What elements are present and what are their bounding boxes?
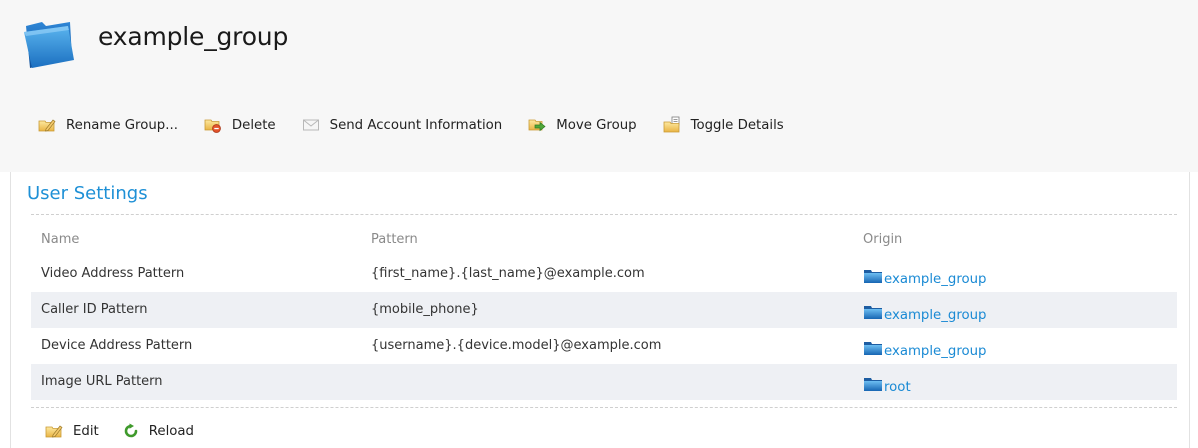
- setting-origin: example_group: [863, 301, 987, 323]
- move-group-label: Move Group: [556, 117, 637, 133]
- table-row: Caller ID Pattern {mobile_phone} example…: [31, 292, 1177, 328]
- setting-pattern: {username}.{device.model}@example.com: [371, 338, 662, 353]
- folder-icon: [864, 378, 882, 391]
- page-title: example_group: [98, 22, 289, 51]
- group-toolbar: Rename Group... Delete Send Account Info…: [38, 115, 810, 135]
- setting-origin: example_group: [863, 265, 987, 287]
- origin-link[interactable]: example_group: [884, 308, 987, 323]
- column-header-name: Name: [41, 232, 80, 247]
- settings-actions: Edit Reload: [45, 423, 218, 439]
- group-header: example_group Rename Group... Delete Sen…: [0, 0, 1198, 172]
- edit-button[interactable]: Edit: [45, 423, 99, 439]
- setting-name: Caller ID Pattern: [41, 302, 148, 317]
- folder-icon: [864, 270, 882, 283]
- toggle-details-label: Toggle Details: [690, 117, 784, 133]
- table-row: Video Address Pattern {first_name}.{last…: [31, 256, 1177, 292]
- origin-link[interactable]: root: [884, 380, 911, 395]
- delete-button[interactable]: Delete: [204, 117, 276, 133]
- table-row: Image URL Pattern root: [31, 364, 1177, 400]
- reload-button[interactable]: Reload: [123, 423, 194, 439]
- edit-label: Edit: [73, 423, 99, 439]
- origin-link[interactable]: example_group: [884, 272, 987, 287]
- folder-icon: [864, 306, 882, 319]
- send-account-information-label: Send Account Information: [329, 117, 503, 133]
- setting-name: Image URL Pattern: [41, 374, 163, 389]
- setting-origin: example_group: [863, 337, 987, 359]
- user-settings-panel: User Settings Name Pattern Origin Video …: [10, 172, 1190, 448]
- setting-name: Video Address Pattern: [41, 266, 185, 281]
- folder-edit-icon: [38, 119, 56, 132]
- rename-group-button[interactable]: Rename Group...: [38, 117, 178, 133]
- move-group-button[interactable]: Move Group: [528, 117, 637, 133]
- delete-label: Delete: [231, 117, 276, 133]
- reload-icon: [124, 423, 138, 438]
- setting-pattern: {first_name}.{last_name}@example.com: [371, 266, 645, 281]
- folder-details-icon: [663, 116, 680, 133]
- divider: [31, 407, 1177, 408]
- folder-edit-icon: [45, 425, 63, 438]
- setting-origin: root: [863, 373, 911, 395]
- setting-name: Device Address Pattern: [41, 338, 193, 353]
- panel-title: User Settings: [27, 183, 148, 204]
- origin-link[interactable]: example_group: [884, 344, 987, 359]
- rename-group-label: Rename Group...: [66, 117, 178, 133]
- folder-icon: [24, 22, 74, 68]
- reload-label: Reload: [148, 423, 194, 439]
- column-header-origin: Origin: [863, 232, 903, 247]
- toggle-details-button[interactable]: Toggle Details: [663, 116, 784, 134]
- folder-move-icon: [528, 119, 546, 132]
- envelope-icon: [302, 119, 319, 131]
- setting-pattern: {mobile_phone}: [371, 302, 479, 317]
- folder-icon: [864, 342, 882, 355]
- send-account-information-button[interactable]: Send Account Information: [302, 117, 503, 133]
- divider: [31, 214, 1177, 215]
- folder-delete-icon: [204, 119, 221, 133]
- column-header-pattern: Pattern: [371, 232, 418, 247]
- table-row: Device Address Pattern {username}.{devic…: [31, 328, 1177, 364]
